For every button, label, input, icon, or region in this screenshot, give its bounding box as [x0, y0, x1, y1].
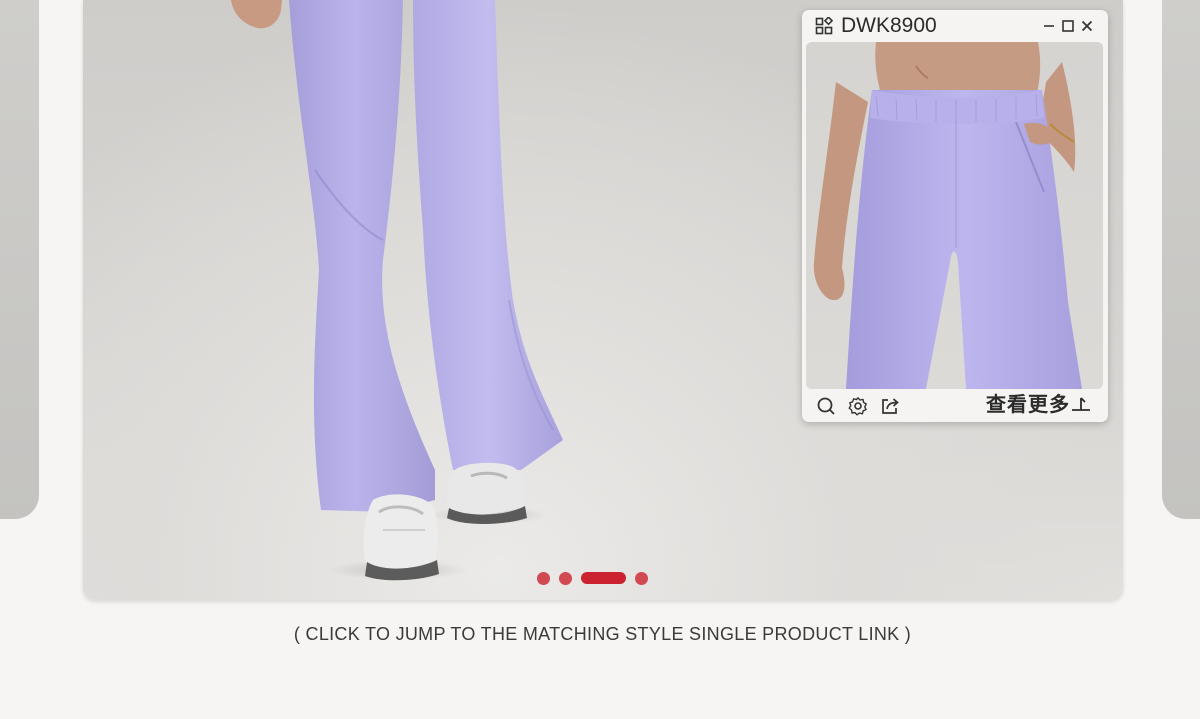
pagination-dot-active[interactable]: [581, 572, 626, 584]
popup-header[interactable]: DWK8900: [802, 10, 1108, 42]
view-more-link[interactable]: 查看更多: [986, 393, 1092, 417]
pagination-dot[interactable]: [635, 571, 648, 585]
previous-slide-peek[interactable]: [0, 0, 39, 519]
matching-style-link[interactable]: ( CLICK TO JUMP TO THE MATCHING STYLE SI…: [0, 623, 1200, 645]
next-slide-peek[interactable]: [1162, 0, 1200, 519]
view-more-label: 查看更多: [986, 394, 1070, 416]
pagination-dot[interactable]: [559, 571, 572, 585]
popup-title: DWK8900: [841, 14, 937, 37]
pagination-dot[interactable]: [537, 571, 550, 585]
maximize-icon[interactable]: [1061, 19, 1075, 33]
gear-icon[interactable]: [848, 396, 868, 416]
carousel-pagination: [537, 571, 648, 585]
product-photo-jogger-pants: [806, 42, 1103, 389]
share-icon[interactable]: [880, 396, 900, 416]
grid-apps-icon: [815, 17, 833, 35]
minimize-icon[interactable]: [1042, 19, 1056, 33]
product-popup-window: DWK8900 查看更多: [802, 10, 1108, 422]
popup-toolbar: 查看更多: [802, 390, 1108, 422]
popup-product-image[interactable]: [806, 42, 1103, 389]
expand-arrow-icon: [1072, 397, 1090, 411]
search-icon[interactable]: [816, 396, 836, 416]
close-icon[interactable]: [1080, 19, 1094, 33]
